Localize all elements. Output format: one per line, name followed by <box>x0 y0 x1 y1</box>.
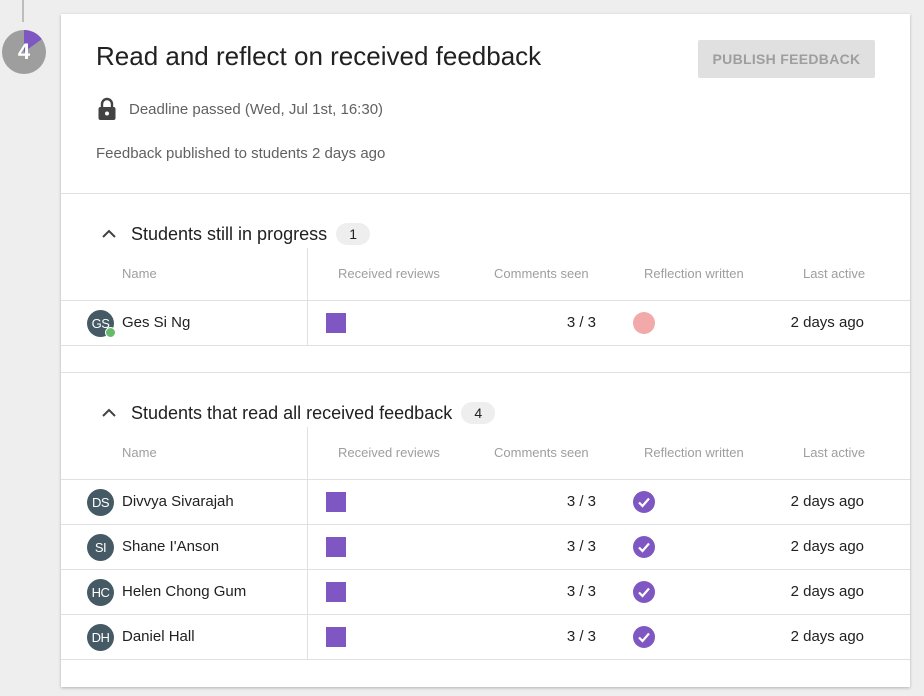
received-review-indicator[interactable] <box>326 537 346 557</box>
column-header-last-active[interactable]: Last active <box>803 445 865 460</box>
timeline-connector <box>22 0 24 22</box>
count-badge: 4 <box>461 402 496 424</box>
comments-seen-value: 3 / 3 <box>566 628 596 645</box>
last-active-value: 2 days ago <box>790 314 864 331</box>
received-review-indicator[interactable] <box>326 492 346 512</box>
divider <box>61 372 910 373</box>
avatar: DS <box>87 489 114 516</box>
received-review-indicator[interactable] <box>326 313 346 333</box>
column-header-last-active[interactable]: Last active <box>803 266 865 281</box>
check-circle-icon[interactable] <box>633 491 655 513</box>
comments-seen-value: 3 / 3 <box>566 314 596 331</box>
feedback-step-card: Read and reflect on received feedback PU… <box>61 14 910 687</box>
column-header-reflection-written[interactable]: Reflection written <box>644 445 744 460</box>
student-name[interactable]: Ges Si Ng <box>122 314 190 331</box>
table-row[interactable]: HC Helen Chong Gum 3 / 3 2 days ago <box>61 570 910 614</box>
avatar: HC <box>87 579 114 606</box>
received-review-indicator[interactable] <box>326 627 346 647</box>
received-review-indicator[interactable] <box>326 582 346 602</box>
reflection-pending-indicator <box>633 312 655 334</box>
publish-feedback-button[interactable]: PUBLISH FEEDBACK <box>698 40 875 78</box>
avatar: GS <box>87 310 116 338</box>
avatar: DH <box>87 624 114 651</box>
comments-seen-value: 3 / 3 <box>566 493 596 510</box>
section-title: Students still in progress <box>131 223 328 244</box>
column-header-comments-seen[interactable]: Comments seen <box>494 266 589 281</box>
check-circle-icon[interactable] <box>633 626 655 648</box>
column-header-reflection-written[interactable]: Reflection written <box>644 266 744 281</box>
online-status-dot <box>105 327 116 338</box>
divider <box>61 193 910 194</box>
last-active-value: 2 days ago <box>790 493 864 510</box>
student-name[interactable]: Shane I'Anson <box>122 538 219 555</box>
check-circle-icon[interactable] <box>633 581 655 603</box>
column-header-name[interactable]: Name <box>122 445 157 460</box>
lock-icon <box>98 97 116 120</box>
deadline-text: Deadline passed (Wed, Jul 1st, 16:30) <box>129 100 384 118</box>
column-header-comments-seen[interactable]: Comments seen <box>494 445 589 460</box>
count-badge: 1 <box>336 223 371 245</box>
student-name[interactable]: Helen Chong Gum <box>122 583 246 600</box>
chevron-up-icon[interactable] <box>101 226 117 242</box>
table-row[interactable]: GS Ges Si Ng 3 / 3 2 days ago <box>61 301 910 345</box>
last-active-value: 2 days ago <box>790 628 864 645</box>
avatar: SI <box>87 534 114 561</box>
table-row[interactable]: DS Divvya Sivarajah 3 / 3 2 days ago <box>61 480 910 524</box>
check-circle-icon[interactable] <box>633 536 655 558</box>
column-header-received-reviews[interactable]: Received reviews <box>338 445 440 460</box>
column-header-name[interactable]: Name <box>122 266 157 281</box>
section-header-in-progress[interactable]: Students still in progress 1 <box>101 221 371 247</box>
card-title: Read and reflect on received feedback <box>96 41 542 71</box>
column-header-received-reviews[interactable]: Received reviews <box>338 266 440 281</box>
comments-seen-value: 3 / 3 <box>566 583 596 600</box>
row-divider <box>61 345 910 346</box>
table-row[interactable]: DH Daniel Hall 3 / 3 2 days ago <box>61 615 910 659</box>
student-name[interactable]: Daniel Hall <box>122 628 195 645</box>
row-divider <box>61 659 910 660</box>
step-number: 4 <box>17 39 31 64</box>
published-status-text: Feedback published to students 2 days ag… <box>96 145 386 162</box>
deadline-row: Deadline passed (Wed, Jul 1st, 16:30) <box>97 97 383 121</box>
section-header-read-all[interactable]: Students that read all received feedback… <box>101 400 496 426</box>
chevron-up-icon[interactable] <box>101 405 117 421</box>
last-active-value: 2 days ago <box>790 583 864 600</box>
last-active-value: 2 days ago <box>790 538 864 555</box>
student-name[interactable]: Divvya Sivarajah <box>122 493 234 510</box>
step-number-badge: 4 <box>2 30 46 74</box>
comments-seen-value: 3 / 3 <box>566 538 596 555</box>
section-title: Students that read all received feedback <box>131 402 453 423</box>
table-row[interactable]: SI Shane I'Anson 3 / 3 2 days ago <box>61 525 910 569</box>
